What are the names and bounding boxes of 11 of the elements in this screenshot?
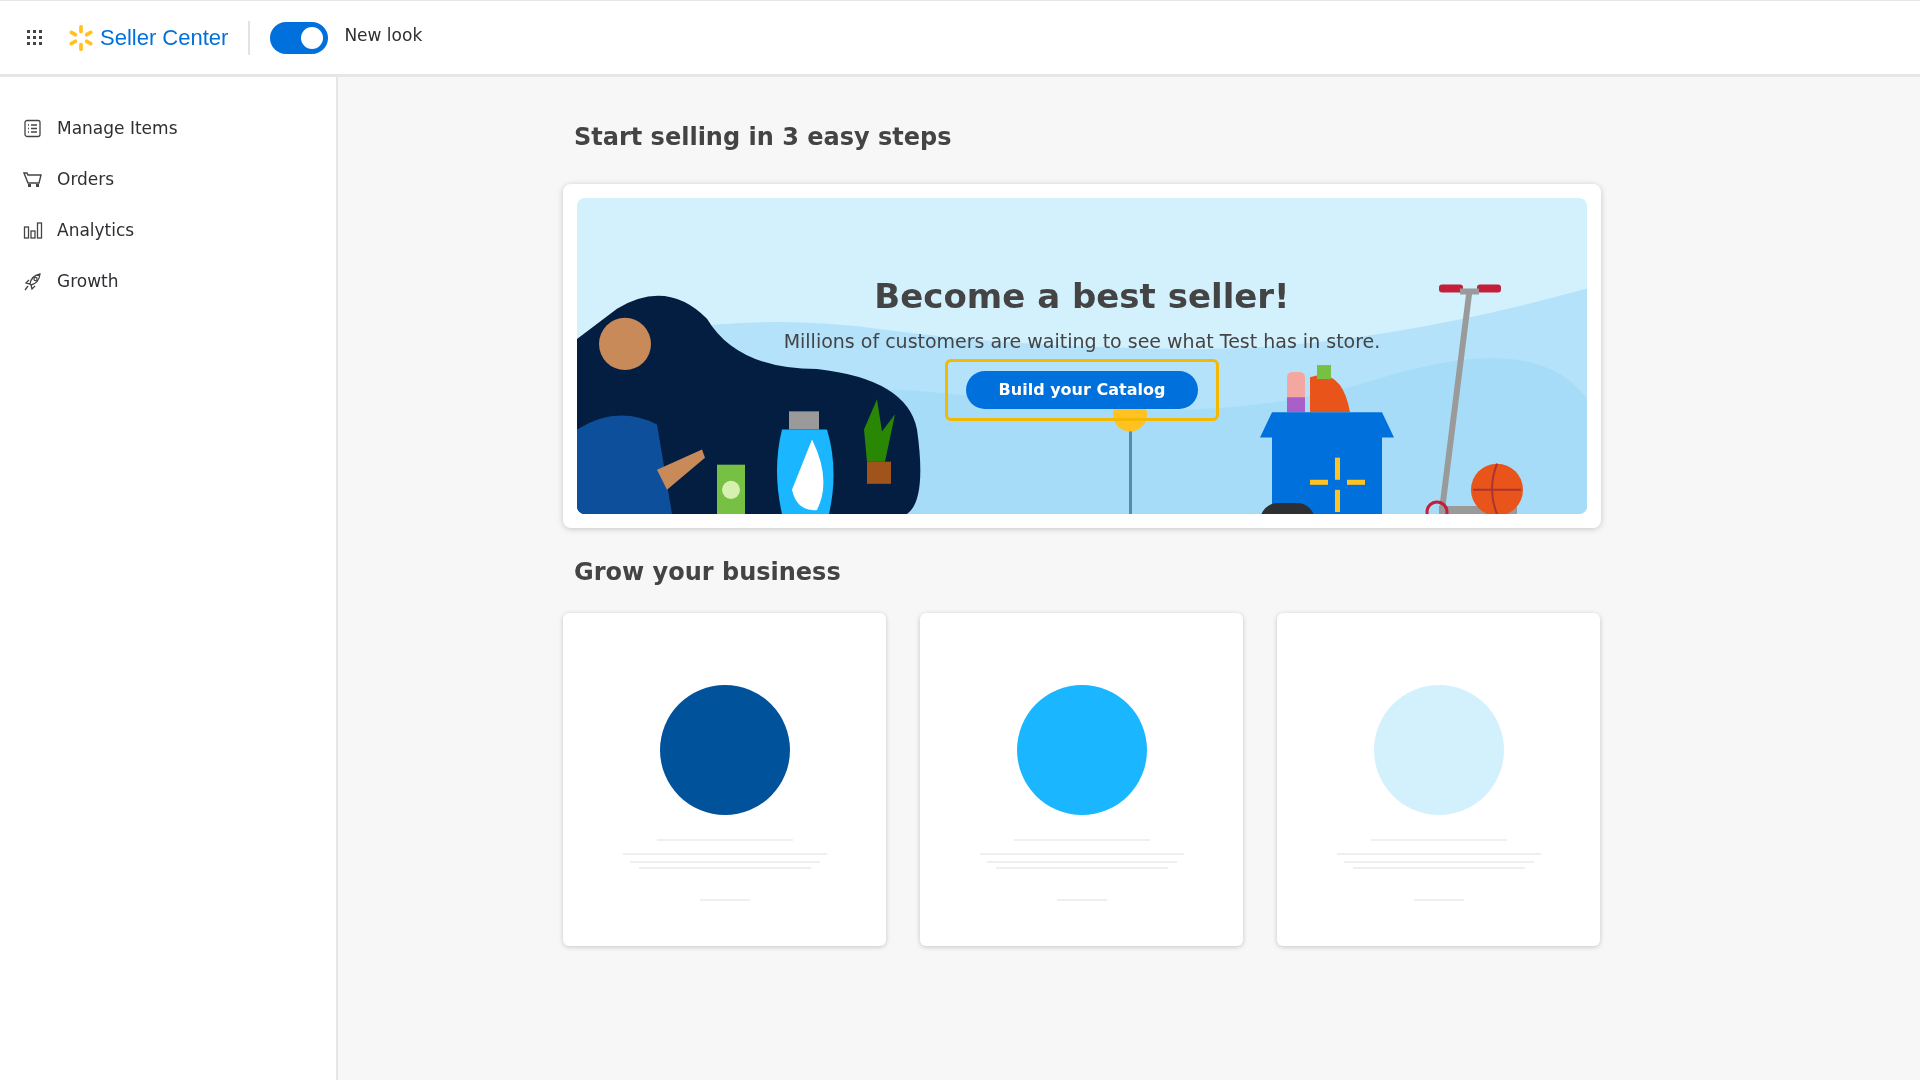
sidebar-item[interactable]: Orders <box>0 154 336 205</box>
banner-title: Become a best seller! <box>874 275 1290 317</box>
banner-subtitle: Millions of customers are waiting to see what Test has in store. <box>783 328 1381 354</box>
sidebar-item[interactable]: Analytics <box>0 205 336 256</box>
sidebar-item[interactable]: Growth <box>0 256 336 307</box>
build-catalog-button[interactable]: Build your Catalog <box>966 371 1198 410</box>
section-title: Grow your business <box>574 557 842 587</box>
toggle-label: New look <box>344 23 423 47</box>
brand-name[interactable]: Seller Center <box>100 21 229 54</box>
section-title: Start selling in 3 easy steps <box>574 123 953 152</box>
sidebar-item[interactable]: Manage Items <box>0 103 336 154</box>
